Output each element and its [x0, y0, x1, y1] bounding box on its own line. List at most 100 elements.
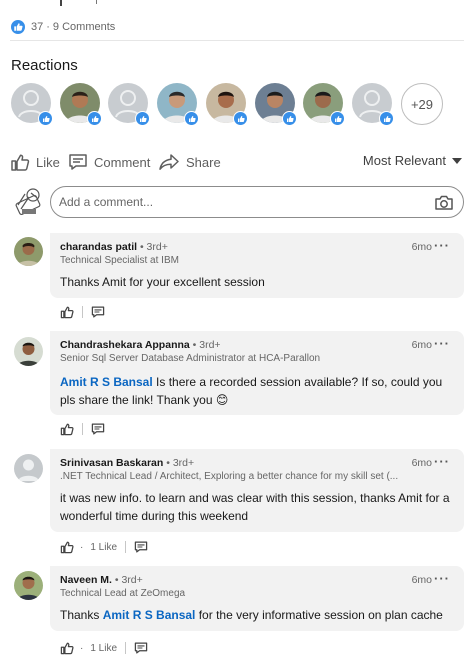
- comment-input-placeholder: Add a comment...: [59, 195, 154, 209]
- like-reaction-icon: [135, 111, 150, 126]
- share-label: Share: [186, 154, 221, 170]
- comments-count[interactable]: 9 Comments: [53, 21, 115, 33]
- reactor-avatar[interactable]: [108, 83, 150, 126]
- share-button[interactable]: Share: [158, 150, 221, 174]
- social-counts[interactable]: 37 · 9 Comments: [10, 18, 115, 36]
- comment-like-icon[interactable]: [60, 305, 74, 319]
- separator: [125, 541, 127, 553]
- comment-reply-icon[interactable]: [134, 641, 148, 655]
- avatar[interactable]: [14, 237, 43, 266]
- commenter-name[interactable]: charandas patil • 3rd+: [60, 241, 168, 253]
- comment-like-count[interactable]: 1 Like: [90, 542, 117, 553]
- dot-separator: ·: [80, 541, 84, 553]
- comment-reply-icon[interactable]: [91, 422, 105, 436]
- commenter-name[interactable]: Srinivasan Baskaran • 3rd+: [60, 457, 194, 469]
- like-reaction-icon: [38, 111, 53, 126]
- comment-label: Comment: [94, 154, 151, 170]
- more-options-icon[interactable]: ···: [434, 571, 450, 586]
- comment-actions: · 1 Like: [60, 539, 148, 555]
- like-label: Like: [36, 154, 60, 170]
- connection-degree: • 3rd+: [189, 339, 221, 351]
- top-edge-mark: [60, 0, 62, 6]
- comment-like-count[interactable]: 1 Like: [90, 643, 117, 654]
- connection-degree: • 3rd+: [163, 457, 195, 469]
- comment-timestamp: 6mo: [411, 241, 432, 253]
- more-reactions-button[interactable]: +29: [401, 83, 443, 125]
- comment-like-icon[interactable]: [60, 641, 74, 655]
- comment-like-icon[interactable]: [60, 540, 74, 554]
- avatar[interactable]: [14, 571, 43, 600]
- reactor-avatar[interactable]: [255, 83, 297, 126]
- like-button[interactable]: Like: [10, 150, 60, 174]
- comment-input[interactable]: Add a comment...: [50, 186, 464, 218]
- caret-down-icon: [452, 157, 462, 164]
- counts-separator: ·: [46, 21, 50, 33]
- mention-link[interactable]: Amit R S Bansal: [103, 608, 196, 622]
- camera-icon[interactable]: [434, 194, 454, 212]
- like-reaction-icon: [379, 111, 394, 126]
- commenter-headline: Technical Lead at ZeOmega: [60, 588, 186, 599]
- more-options-icon[interactable]: ···: [434, 336, 450, 351]
- post-action-bar: Like Comment Share Most Relevant: [10, 150, 464, 174]
- separator: [82, 423, 83, 435]
- thumbs-up-icon: [11, 154, 30, 171]
- reactor-avatar[interactable]: [157, 83, 199, 126]
- separator: [82, 306, 83, 318]
- comment-text: Amit R S Bansal Is there a recorded sess…: [60, 373, 455, 409]
- like-reaction-icon: [87, 111, 102, 126]
- share-icon: [159, 154, 179, 170]
- comment-timestamp: 6mo: [411, 339, 432, 351]
- like-reaction-icon: [282, 111, 297, 126]
- like-reaction-icon: [233, 111, 248, 126]
- reactions-count[interactable]: 37: [31, 21, 43, 33]
- sort-dropdown[interactable]: Most Relevant: [363, 153, 462, 168]
- comment-reply-icon[interactable]: [134, 540, 148, 554]
- comment-text: Thanks Amit R S Bansal for the very info…: [60, 606, 455, 624]
- comment-bubble: charandas patil • 3rd+ Technical Special…: [50, 233, 464, 298]
- comment-text: it was new info. to learn and was clear …: [60, 491, 450, 523]
- comment-body: for the very informative session on plan…: [195, 608, 443, 622]
- comment-reply-icon[interactable]: [91, 305, 105, 319]
- comment-text: Thanks Amit for your excellent session: [60, 275, 265, 289]
- commenter-headline: Senior Sql Server Database Administrator…: [60, 353, 321, 364]
- commenter-headline: Technical Specialist at IBM: [60, 255, 179, 266]
- commenter-headline: .NET Technical Lead / Architect, Explori…: [60, 471, 399, 482]
- top-edge-mark-small: [96, 0, 97, 4]
- avatar[interactable]: [14, 337, 43, 366]
- like-reaction-icon: [184, 111, 199, 126]
- connection-degree: • 3rd+: [111, 574, 143, 586]
- like-reaction-icon: [330, 111, 345, 126]
- comment-bubble: Chandrashekara Appanna • 3rd+ Senior Sql…: [50, 331, 464, 415]
- reactor-avatar[interactable]: [303, 83, 345, 126]
- mention-link[interactable]: Amit R S Bansal: [60, 375, 153, 389]
- comment-bubble: Srinivasan Baskaran • 3rd+ .NET Technica…: [50, 449, 464, 532]
- top-edge: [0, 0, 474, 6]
- comment-prefix: Thanks: [60, 608, 103, 622]
- avatar[interactable]: [14, 454, 43, 483]
- divider: [10, 40, 464, 41]
- sort-label: Most Relevant: [362, 153, 446, 168]
- comment-actions: [60, 421, 105, 437]
- more-options-icon[interactable]: ···: [434, 454, 450, 469]
- comment-timestamp: 6mo: [411, 457, 432, 469]
- reactor-avatar[interactable]: [206, 83, 248, 126]
- reactor-avatar[interactable]: [352, 83, 394, 126]
- comment-icon: [69, 154, 87, 170]
- reactions-heading: Reactions: [11, 57, 78, 74]
- comment-like-icon[interactable]: [60, 422, 74, 436]
- more-options-icon[interactable]: ···: [434, 238, 450, 253]
- like-reaction-icon: [10, 19, 26, 35]
- connection-degree: • 3rd+: [137, 241, 168, 253]
- comment-timestamp: 6mo: [411, 574, 432, 586]
- comment-bubble: Naveen M. • 3rd+ Technical Lead at ZeOme…: [50, 566, 464, 631]
- reactor-avatar[interactable]: [11, 83, 53, 126]
- commenter-name[interactable]: Naveen M. • 3rd+: [60, 574, 143, 586]
- current-user-avatar: [13, 185, 43, 217]
- comment-actions: [60, 304, 105, 320]
- comment-actions: · 1 Like: [60, 640, 148, 656]
- commenter-name[interactable]: Chandrashekara Appanna • 3rd+: [60, 339, 221, 351]
- comment-button[interactable]: Comment: [68, 150, 150, 174]
- dot-separator: ·: [80, 642, 84, 654]
- reactor-avatar[interactable]: [60, 83, 102, 126]
- separator: [125, 642, 127, 654]
